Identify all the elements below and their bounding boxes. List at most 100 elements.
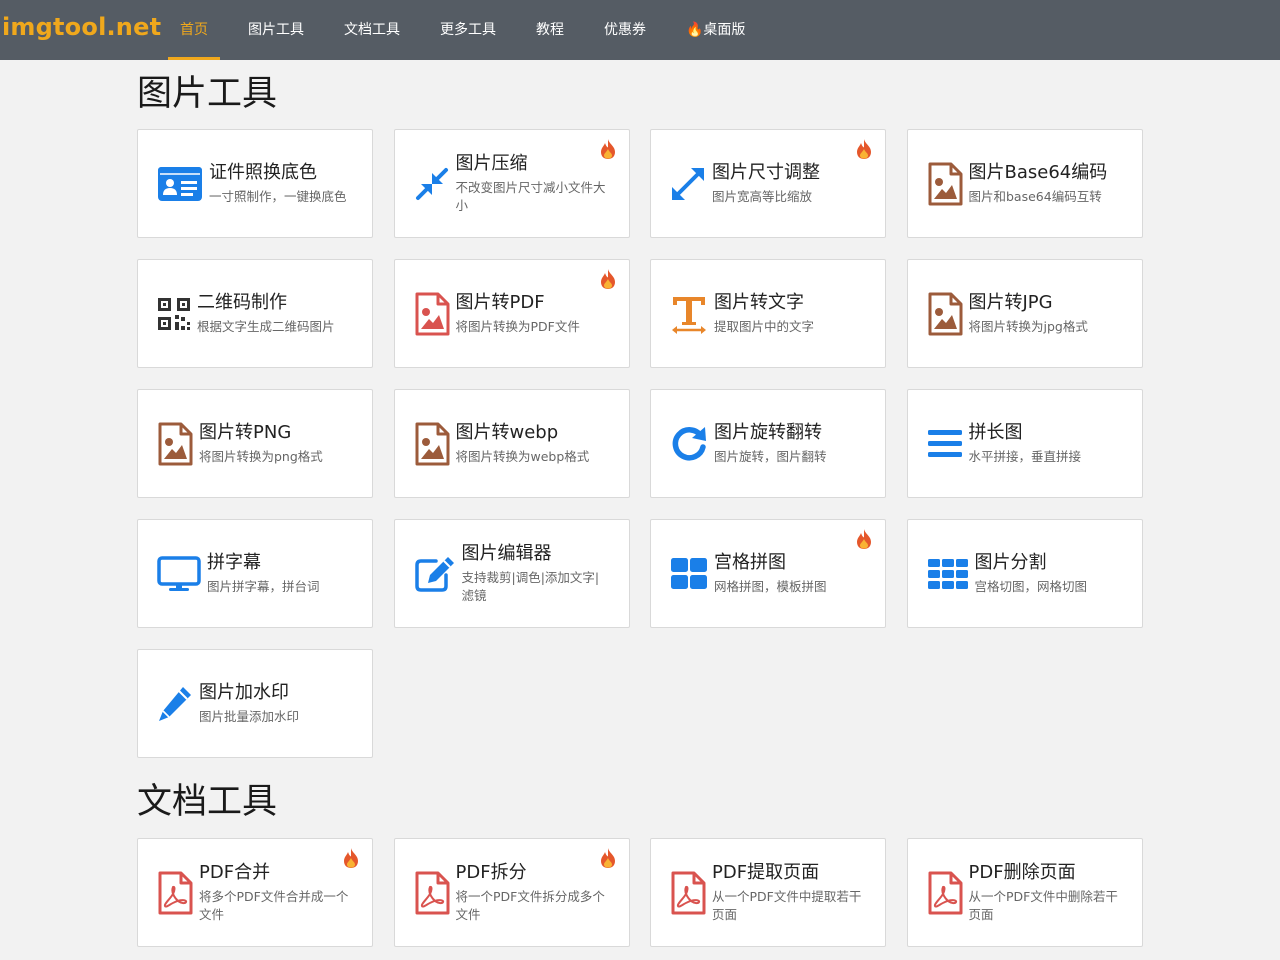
tool-card[interactable]: PDF拆分将一个PDF文件拆分成多个文件 <box>393 838 630 947</box>
tool-card-text: 图片压缩不改变图片尺寸减小文件大小 <box>456 152 609 215</box>
tool-card-title: 证件照换底色 <box>209 162 317 183</box>
tool-card[interactable]: PDF删除页面 从一个PDF文件中删除若干页面 <box>906 838 1143 947</box>
tool-card-title: 宫格拼图 <box>714 552 786 573</box>
tool-card-desc: 从一个PDF文件中提取若干页面 <box>712 889 862 922</box>
tool-card-title: 图片分割 <box>974 552 1047 573</box>
tool-card-desc: 一寸照制作，一键换底色 <box>209 189 347 204</box>
tool-card-desc: 将一个PDF文件拆分成多个文件 <box>455 889 605 922</box>
tool-card-desc: 将图片转换为png格式 <box>199 449 323 464</box>
top-navbar: imgtool.net 首页 图片工具 文档工具 更多工具 教程 优惠券 🔥桌面… <box>0 0 1280 60</box>
tool-card-desc: 图片和base64编码互转 <box>968 189 1102 204</box>
tool-card-title: 图片加水印 <box>199 682 289 703</box>
hot-flame-icon <box>599 268 617 290</box>
doc-tools-grid: PDF合并 将多个PDF文件合并成一个文件 PDF拆分 将一个PDF文件拆分成多个文件… <box>137 838 1143 947</box>
tool-card-title: PDF提取页面 <box>712 862 820 883</box>
tool-card[interactable]: 图片转JPG 将图片转换为jpg格式 <box>906 259 1143 368</box>
tool-card[interactable]: 图片编辑器支持裁剪|调色|添加文字|滤镜 <box>393 519 630 628</box>
tool-card-title: 图片压缩 <box>455 153 528 174</box>
tool-card-title: 图片旋转翻转 <box>714 422 822 443</box>
tool-card-title: 图片转webp <box>455 422 559 443</box>
tool-card[interactable]: 证件照换底色一寸照制作，一键换底色 <box>137 129 373 238</box>
tool-card-title: 拼长图 <box>968 422 1023 443</box>
tool-card-desc: 图片拼字幕，拼台词 <box>207 579 320 594</box>
tool-card-text: 图片分割宫格切图，网格切图 <box>975 551 1088 596</box>
tool-card-desc: 水平拼接，垂直拼接 <box>968 449 1082 464</box>
nav-item-more-tools[interactable]: 更多工具 <box>420 0 516 60</box>
bars-icon <box>927 428 963 460</box>
tool-card-title: PDF拆分 <box>455 862 527 883</box>
tool-card-desc: 根据文字生成二维码图片 <box>197 319 335 334</box>
tool-card[interactable]: 图片转PNG 将图片转换为png格式 <box>137 389 373 498</box>
image-tools-grid: 证件照换底色 一寸照制作，一键换底色 图片压缩 不改变图片尺寸减小文件大小 图片尺寸调整… <box>137 129 1143 758</box>
pdf-image-icon <box>414 292 450 336</box>
text-icon <box>670 294 708 334</box>
nav-item-home[interactable]: 首页 <box>160 0 228 60</box>
tool-card-title: 图片转PDF <box>455 292 545 313</box>
tool-card-text: 图片转JPG 将图片转换为jpg格式 <box>969 291 1088 336</box>
tool-card-title: 二维码制作 <box>197 292 287 313</box>
tool-card-text: 图片转文字提取图片中的文字 <box>714 291 814 336</box>
tool-card[interactable]: 图片加水印图片批量添加水印 <box>137 649 373 758</box>
tool-card-desc: 提取图片中的文字 <box>714 319 815 334</box>
tool-card-title: 图片转JPG <box>968 292 1053 313</box>
nav-item-image-tools[interactable]: 图片工具 <box>228 0 324 60</box>
edit-icon <box>414 555 456 593</box>
rotate-icon <box>670 425 708 463</box>
tool-card-desc: 不改变图片尺寸减小文件大小 <box>455 180 606 213</box>
tool-card-desc: 图片旋转，图片翻转 <box>714 449 827 464</box>
image-file-icon <box>927 292 963 336</box>
nav-item-coupons[interactable]: 优惠券 <box>584 0 666 60</box>
brand-logo[interactable]: imgtool.net <box>2 13 161 41</box>
tool-card-desc: 图片宽高等比缩放 <box>712 189 813 204</box>
hot-flame-icon <box>599 847 617 869</box>
pdf-file-icon <box>157 871 193 915</box>
tool-card-desc: 将多个PDF文件合并成一个文件 <box>199 889 349 922</box>
tool-card[interactable]: 图片压缩不改变图片尺寸减小文件大小 <box>393 129 630 238</box>
tool-card[interactable]: 图片转webp 将图片转换为webp格式 <box>393 389 630 498</box>
tool-card[interactable]: 拼字幕 图片拼字幕，拼台词 <box>137 519 373 628</box>
image-file-icon <box>157 422 193 466</box>
monitor-icon <box>157 555 201 592</box>
id-card-icon <box>157 166 203 202</box>
section-title-doc-tools: 文档工具 <box>137 782 278 822</box>
pdf-file-icon <box>670 871 706 915</box>
tool-card-desc: 图片批量添加水印 <box>199 709 300 724</box>
tool-card[interactable]: 宫格拼图 网格拼图，模板拼图 <box>650 519 886 628</box>
tool-card[interactable]: 图片转文字提取图片中的文字 <box>650 259 886 368</box>
tool-card-title: 图片编辑器 <box>461 543 552 564</box>
tool-card[interactable]: 图片Base64编码图片和base64编码互转 <box>906 129 1143 238</box>
nav-links: 首页 图片工具 文档工具 更多工具 教程 优惠券 🔥桌面版 <box>160 0 765 60</box>
tool-card-desc: 宫格切图，网格切图 <box>974 579 1088 594</box>
pdf-file-icon <box>927 871 963 915</box>
section-title-image-tools: 图片工具 <box>137 74 278 114</box>
image-file-icon <box>927 162 963 206</box>
tool-card[interactable]: 图片分割宫格切图，网格切图 <box>906 519 1143 628</box>
tool-card-desc: 支持裁剪|调色|添加文字|滤镜 <box>461 570 600 603</box>
tool-card-text: 拼长图水平拼接，垂直拼接 <box>969 421 1082 466</box>
tool-card[interactable]: 图片旋转翻转图片旋转，图片翻转 <box>650 389 886 498</box>
tool-card[interactable]: PDF合并 将多个PDF文件合并成一个文件 <box>137 838 373 947</box>
hot-flame-icon <box>855 528 873 550</box>
tool-card[interactable]: 图片尺寸调整 图片宽高等比缩放 <box>650 129 886 238</box>
tool-card[interactable]: 二维码制作根据文字生成二维码图片 <box>137 259 373 368</box>
tool-card-text: 二维码制作根据文字生成二维码图片 <box>197 291 335 336</box>
tool-card[interactable]: 图片转PDF 将图片转换为PDF文件 <box>393 259 630 368</box>
tool-card-desc: 从一个PDF文件中删除若干页面 <box>968 889 1118 922</box>
tool-card-text: 图片转webp 将图片转换为webp格式 <box>456 421 590 466</box>
tool-card-title: 图片转文字 <box>714 292 804 313</box>
tool-card-text: 图片加水印图片批量添加水印 <box>199 681 299 726</box>
tool-card-title: 图片Base64编码 <box>968 162 1108 183</box>
tool-card[interactable]: PDF提取页面从一个PDF文件中提取若干页面 <box>650 838 886 947</box>
compress-icon <box>414 166 450 202</box>
tool-card-text: PDF提取页面从一个PDF文件中提取若干页面 <box>712 861 865 924</box>
tool-card[interactable]: 拼长图水平拼接，垂直拼接 <box>906 389 1143 498</box>
nav-item-desktop[interactable]: 🔥桌面版 <box>666 0 765 60</box>
tool-card-text: 证件照换底色一寸照制作，一键换底色 <box>209 161 347 206</box>
pdf-file-icon <box>414 871 450 915</box>
qrcode-icon <box>157 297 191 331</box>
tool-card-text: 宫格拼图 网格拼图，模板拼图 <box>714 551 827 596</box>
hot-flame-icon <box>342 847 360 869</box>
nav-item-doc-tools[interactable]: 文档工具 <box>324 0 420 60</box>
nav-item-tutorials[interactable]: 教程 <box>516 0 584 60</box>
image-file-icon <box>414 422 450 466</box>
